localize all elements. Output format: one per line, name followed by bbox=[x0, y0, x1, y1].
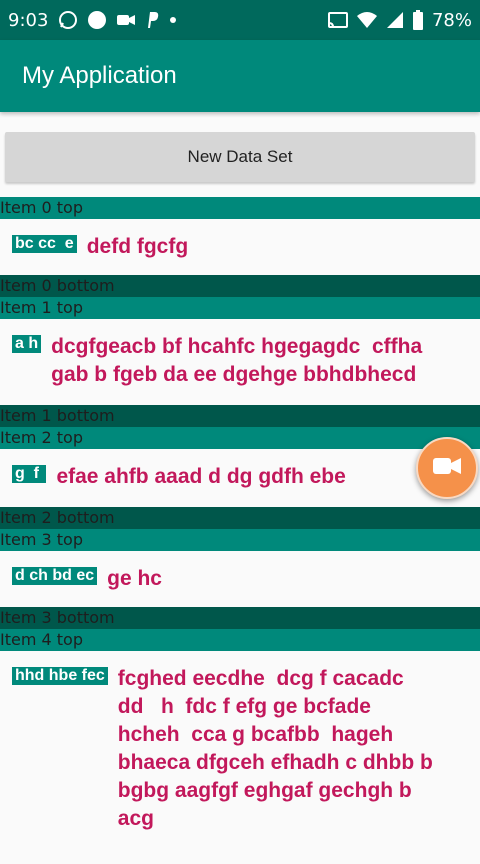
item-top-label: Item 4 top bbox=[0, 629, 480, 651]
signal-icon bbox=[386, 11, 404, 29]
circle-icon bbox=[88, 11, 107, 29]
item-bottom-label: Item 2 bottom bbox=[0, 507, 480, 529]
wifi-icon bbox=[356, 11, 378, 29]
item-bottom-label: Item 1 bottom bbox=[0, 405, 480, 427]
list-item-3[interactable]: Item 3 top d ch bd ec ge hc Item 3 botto… bbox=[0, 529, 480, 629]
new-data-set-button[interactable]: New Data Set bbox=[5, 132, 475, 182]
item-body: bc cc e defd fgcfg bbox=[0, 219, 480, 275]
whatsapp-icon bbox=[58, 10, 78, 30]
screen: 9:03 78% My Application New Data Set Ite… bbox=[0, 0, 480, 864]
screen-record-fab[interactable] bbox=[416, 437, 478, 499]
item-tag: hhd hbe fec bbox=[12, 667, 108, 685]
content: New Data Set Item 0 top bc cc e defd fgc… bbox=[0, 112, 480, 847]
item-tag: bc cc e bbox=[12, 235, 77, 253]
item-top-label: Item 0 top bbox=[0, 197, 480, 219]
list-item-0[interactable]: Item 0 top bc cc e defd fgcfg Item 0 bot… bbox=[0, 197, 480, 297]
item-text: fcghed eecdhe dcg f cacadc dd h fdc f ef… bbox=[117, 667, 433, 830]
app-title: My Application bbox=[22, 62, 177, 89]
item-text: defd fgcfg bbox=[86, 235, 189, 258]
item-top-label: Item 1 top bbox=[0, 297, 480, 319]
item-bottom-label: Item 3 bottom bbox=[0, 607, 480, 629]
item-tag: a h bbox=[12, 335, 42, 353]
status-time: 9:03 bbox=[8, 9, 49, 31]
item-body: g f efae ahfb aaad d dg gdfh ebe bbox=[0, 449, 480, 507]
status-bar: 9:03 78% bbox=[0, 0, 480, 40]
item-text: dcgfgeacb bf hcahfc hgegagdc cffha gab b… bbox=[51, 335, 423, 386]
item-text: efae ahfb aaad d dg gdfh ebe bbox=[56, 465, 346, 488]
item-tag: d ch bd ec bbox=[12, 567, 98, 585]
item-top-label: Item 2 top bbox=[0, 427, 480, 449]
item-body: hhd hbe fec fcghed eecdhe dcg f cacadc d… bbox=[0, 651, 480, 847]
item-text: ge hc bbox=[107, 567, 162, 590]
item-body: d ch bd ec ge hc bbox=[0, 551, 480, 607]
item-tag: g f bbox=[12, 465, 47, 483]
status-right: 78% bbox=[327, 9, 472, 31]
list-item-1[interactable]: Item 1 top a h dcgfgeacb bf hcahfc hgega… bbox=[0, 297, 480, 427]
item-body: a h dcgfgeacb bf hcahfc hgegagdc cffha g… bbox=[0, 319, 480, 405]
status-left: 9:03 bbox=[8, 9, 177, 31]
list-item-4[interactable]: Item 4 top hhd hbe fec fcghed eecdhe dcg… bbox=[0, 629, 480, 847]
app-bar: My Application bbox=[0, 40, 480, 112]
battery-icon bbox=[412, 10, 424, 30]
item-bottom-label: Item 0 bottom bbox=[0, 275, 480, 297]
cast-icon bbox=[327, 11, 348, 29]
item-list[interactable]: Item 0 top bc cc e defd fgcfg Item 0 bot… bbox=[0, 197, 480, 847]
paypal-icon bbox=[146, 11, 160, 29]
list-item-2[interactable]: Item 2 top g f efae ahfb aaad d dg gdfh … bbox=[0, 427, 480, 529]
item-top-label: Item 3 top bbox=[0, 529, 480, 551]
dot-icon bbox=[170, 17, 177, 23]
video-camera-icon bbox=[116, 12, 136, 28]
battery-percent: 78% bbox=[431, 9, 472, 31]
video-camera-icon bbox=[432, 455, 462, 481]
